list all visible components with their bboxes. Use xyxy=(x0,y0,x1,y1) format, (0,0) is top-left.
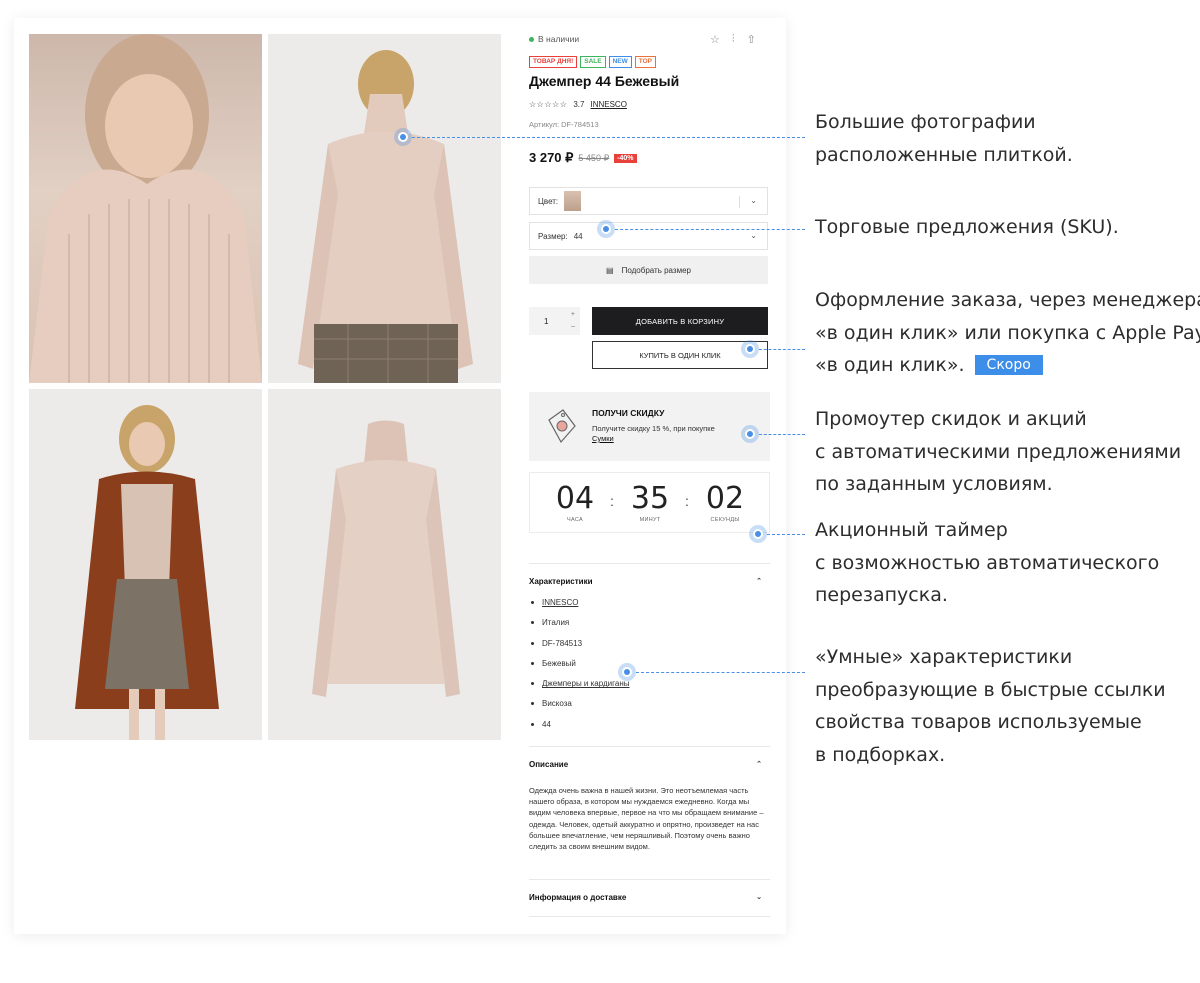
product-article: Артикул: DF-784513 xyxy=(529,120,599,129)
favorite-star-icon[interactable]: ☆ xyxy=(710,33,720,46)
description-title: Описание xyxy=(529,760,569,769)
product-title: Джемпер 44 Бежевый xyxy=(529,73,680,89)
stock-status: В наличии xyxy=(529,34,579,44)
list-item: DF-784513 xyxy=(531,639,630,659)
list-item: Италия xyxy=(531,618,630,638)
price-block: 3 270 ₽ 5 450 ₽ -40% xyxy=(529,150,637,166)
annotation-smart: «Умные» характеристики преобразующие в б… xyxy=(815,646,1166,766)
share-icon[interactable]: ⇧ xyxy=(747,33,756,46)
promo-link[interactable]: Сумки xyxy=(592,434,614,443)
callout-pin-sku xyxy=(597,220,615,238)
badge-new: NEW xyxy=(608,56,632,68)
product-photo-4[interactable] xyxy=(268,389,501,740)
color-select[interactable]: Цвет: ⌄ xyxy=(529,187,768,215)
chevron-down-icon: ⌄ xyxy=(750,196,757,205)
current-price: 3 270 ₽ xyxy=(529,150,574,165)
list-item[interactable]: Джемперы и кардиганы xyxy=(531,679,630,699)
annotation-checkout: Оформление заказа, через менеджера «в од… xyxy=(815,289,1200,376)
discount-badge: -40% xyxy=(614,153,637,163)
color-label: Цвет: xyxy=(538,196,559,206)
product-photo-2[interactable] xyxy=(268,34,501,383)
promo-block: ПОЛУЧИ СКИДКУ Получите скидку 15 %, при … xyxy=(529,392,770,461)
timer-minutes: 35 МИНУТ xyxy=(630,481,670,523)
rating-value: 3.7 xyxy=(573,100,585,109)
chevron-down-icon: ⌄ xyxy=(750,231,757,240)
characteristics-header[interactable]: Характеристики ⌃ xyxy=(529,577,770,586)
size-select[interactable]: Размер: 44 ⌄ xyxy=(529,222,768,250)
badge-sale: SALE xyxy=(580,56,606,68)
stock-label: В наличии xyxy=(538,34,580,44)
list-item: 44 xyxy=(531,720,630,740)
compare-chart-icon[interactable]: ⫶ xyxy=(732,33,735,46)
annotation-timer: Акционный таймер с возможностью автомати… xyxy=(815,519,1160,606)
chevron-up-icon: ⌃ xyxy=(756,578,762,585)
badge-product-of-day: ТОВАР ДНЯ! xyxy=(529,56,578,68)
brand-link[interactable]: INNESCO xyxy=(590,100,626,109)
delivery-title: Информация о доставке xyxy=(529,893,627,902)
product-photo-3[interactable] xyxy=(29,389,262,740)
product-photo-1[interactable] xyxy=(29,34,262,383)
timer-hours: 04 ЧАСА xyxy=(555,481,595,523)
annotation-sku: Торговые предложения (SKU). xyxy=(815,216,1119,238)
chevron-up-icon: ⌃ xyxy=(756,761,762,768)
product-actions: ☆ ⫶ ⇧ xyxy=(710,33,756,46)
badge-top: TOP xyxy=(634,56,656,68)
in-stock-dot-icon xyxy=(529,36,534,42)
promo-timer: 04 ЧАСА : 35 МИНУТ : 02 СЕКУНДЫ xyxy=(529,472,770,533)
callout-pin-smart xyxy=(618,663,636,681)
callout-pin-timer xyxy=(749,525,767,543)
description-text: Одежда очень важна в нашей жизни. Это не… xyxy=(529,786,764,852)
size-picker-button[interactable]: ▤ Подобрать размер xyxy=(529,256,768,284)
callout-pin-promo xyxy=(741,425,759,443)
list-item[interactable]: INNESCO xyxy=(531,598,630,618)
soon-badge: Скоро xyxy=(974,355,1043,375)
list-item: Вискоза xyxy=(531,699,630,719)
callout-pin-photos xyxy=(394,128,412,146)
size-label: Размер: xyxy=(538,231,568,241)
increment-button[interactable]: + xyxy=(571,310,575,319)
characteristics-title: Характеристики xyxy=(529,577,593,586)
description-header[interactable]: Описание ⌃ xyxy=(529,760,770,769)
color-swatch xyxy=(564,191,582,211)
delivery-header[interactable]: Информация о доставке ⌄ xyxy=(529,893,770,902)
size-value: 44 xyxy=(573,231,583,241)
quantity-value: 1 xyxy=(544,316,549,326)
timer-seconds: 02 СЕКУНДЫ xyxy=(705,481,745,523)
old-price: 5 450 ₽ xyxy=(578,152,610,163)
quantity-stepper[interactable]: 1 + – xyxy=(529,307,580,335)
product-rating: ☆☆☆☆☆ 3.7 INNESCO xyxy=(529,100,627,109)
discount-tag-icon xyxy=(548,409,576,444)
callout-pin-checkout xyxy=(741,340,759,358)
decrement-button[interactable]: – xyxy=(571,322,575,331)
size-chart-icon: ▤ xyxy=(606,265,614,275)
promo-text: Получите скидку 15 %, при покупке Сумки xyxy=(592,424,715,443)
rating-stars-icon: ☆☆☆☆☆ xyxy=(529,100,568,109)
add-to-cart-button[interactable]: ДОБАВИТЬ В КОРЗИНУ xyxy=(592,307,768,335)
promo-title: ПОЛУЧИ СКИДКУ xyxy=(592,408,665,418)
list-item: Бежевый xyxy=(531,659,630,679)
annotation-photos: Большие фотографии расположенные плиткой… xyxy=(815,111,1073,166)
chevron-down-icon: ⌄ xyxy=(756,894,762,901)
characteristics-list: INNESCO Италия DF-784513 Бежевый Джемпер… xyxy=(531,598,630,740)
annotation-promo: Промоутер скидок и акций с автоматически… xyxy=(815,408,1182,495)
size-picker-label: Подобрать размер xyxy=(621,265,691,275)
product-badges: ТОВАР ДНЯ! SALE NEW TOP xyxy=(529,56,656,68)
